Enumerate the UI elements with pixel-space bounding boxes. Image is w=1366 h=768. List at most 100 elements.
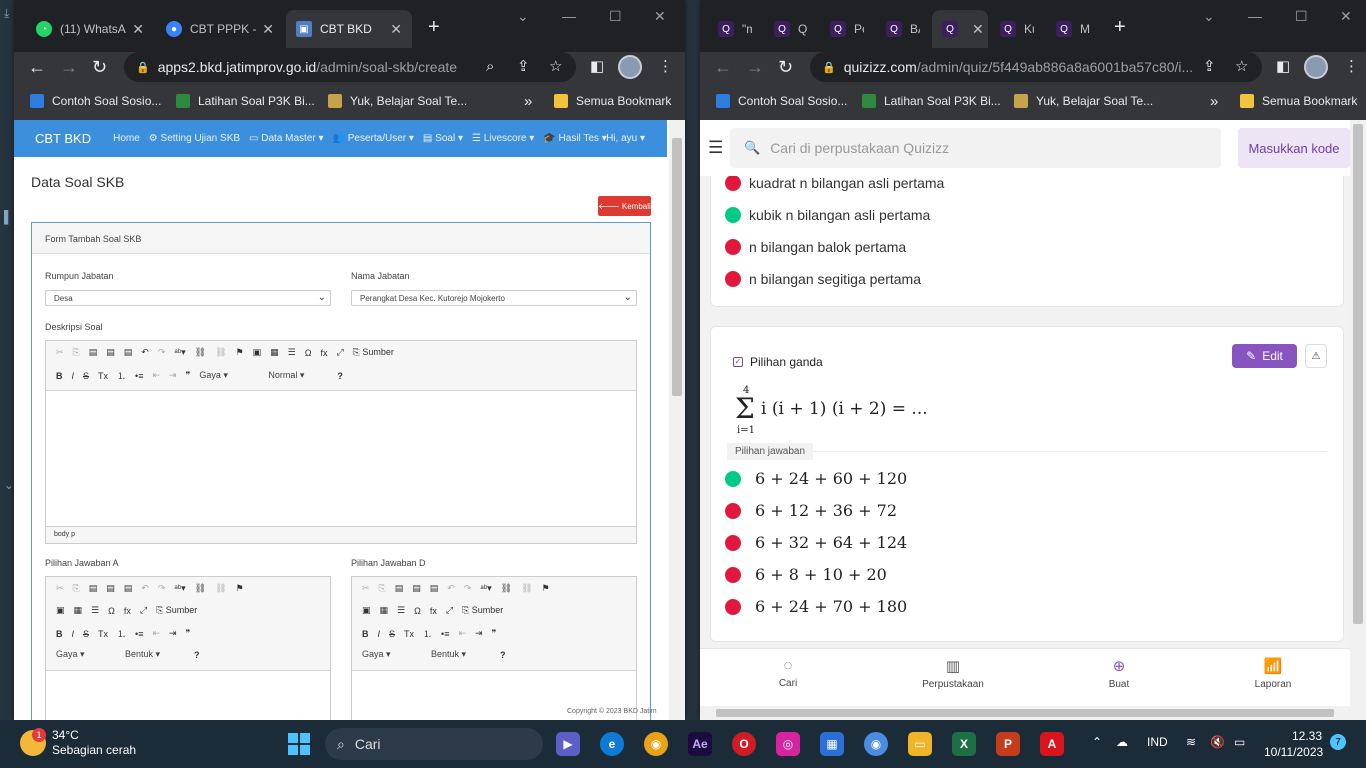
after-effects-icon[interactable]: Ae [688,732,712,756]
clear-format-icon[interactable]: Tx [98,629,108,639]
taskbar-search[interactable]: ⌕ Cari [325,728,543,760]
address-bar[interactable]: 🔒 quizizz.com/admin/quiz/5f449ab886a8a60… [810,52,1262,82]
minimize-icon[interactable]: — [562,8,576,24]
image-icon[interactable]: ▣ [253,347,262,358]
share-icon[interactable]: ⇪ [517,56,530,78]
tab-whatsapp[interactable]: ◔ (11) WhatsA ✕ [26,10,154,48]
undo-icon[interactable]: ↶ [447,583,455,594]
enter-code-button[interactable]: Masukkan kode [1238,128,1350,168]
hline-icon[interactable]: ☰ [91,605,99,616]
close-icon[interactable]: ✕ [132,21,144,38]
clear-format-icon[interactable]: Tx [404,629,414,639]
forward-icon[interactable]: → [60,56,78,78]
nav-buat[interactable]: ⊕ Buat [1074,657,1164,690]
maximize-icon[interactable]: ⤢ [336,347,343,358]
clear-format-icon[interactable]: Tx [98,371,108,381]
nav-perpustakaan[interactable]: ▥ Perpustakaan [908,657,998,690]
maximize-icon[interactable]: ☐ [609,8,622,25]
paste-word-icon[interactable]: ▤ [124,583,133,594]
explorer-icon[interactable]: ▭ [908,732,932,756]
bookmark-item[interactable]: Contoh Soal Sosio... [716,94,847,108]
table-icon[interactable]: ▦ [380,605,389,616]
numbered-list-icon[interactable]: ⒈ [117,369,126,382]
copy-icon[interactable]: ⎘ [379,583,386,594]
outdent-icon[interactable]: ⇤ [458,628,466,639]
weather-widget[interactable]: 1 34°C Sebagian cerah [20,728,136,758]
tab-quizizz-4[interactable]: Q BA [876,10,930,48]
paste-icon[interactable]: ▤ [395,583,404,594]
help-icon[interactable]: ? [194,650,200,660]
italic-icon[interactable]: I [72,629,75,639]
italic-icon[interactable]: I [378,629,381,639]
reload-icon[interactable]: ↻ [92,56,107,78]
pilihan-d-editor[interactable]: ✂ ⎘ ▤ ▤ ▤ ↶ ↷ ᵃᵇ▾ ⛓ ⛓ ⚑ ▣ ▦ ☰ Ωfx ⤢ ⎘ Sumber B I S Tx ⒈ •≡ ⇤ ⇥… [351,576,637,720]
battery-icon[interactable]: ▭ [1234,735,1245,749]
outdent-icon[interactable]: ⇤ [152,628,160,639]
shape-dropdown[interactable]: Bentuk ▾ [431,649,491,660]
italic-icon[interactable]: I [72,371,75,381]
paste-text-icon[interactable]: ▤ [106,583,115,594]
pilihan-a-editor[interactable]: ✂ ⎘ ▤ ▤ ▤ ↶ ↷ ᵃᵇ▾ ⛓ ⛓ ⚑ ▣ ▦ ☰ Ωfx ⤢ ⎘ Sumber B I S Tx ⒈ •≡ ⇤ ⇥… [45,576,331,720]
close-window-icon[interactable]: ✕ [654,8,666,25]
zoom-icon[interactable]: ⌕ [486,56,494,78]
nav-soal[interactable]: ▤ Soal ▾ [423,133,463,144]
address-bar[interactable]: 🔒 apps2.bkd.jatimprov.go.id/admin/soal-s… [124,52,576,82]
tray-chevron-icon[interactable]: ⌃ [1092,735,1102,749]
report-button[interactable]: ⚠ [1305,344,1327,368]
brand-link[interactable]: CBT BKD [35,131,91,146]
forward-icon[interactable]: → [746,56,764,78]
edit-button[interactable]: ✎ Edit [1232,344,1297,368]
bold-icon[interactable]: B [56,629,63,639]
scroll-thumb[interactable] [1353,124,1363,624]
spellcheck-icon[interactable]: ᵃᵇ▾ [480,583,491,594]
menu-icon[interactable]: ⋮ [658,56,673,78]
language-indicator[interactable]: IND [1147,735,1168,749]
bookmark-item[interactable]: Latihan Soal P3K Bi... [176,94,315,108]
close-icon[interactable]: ✕ [972,21,984,38]
star-icon[interactable]: ☆ [549,56,562,78]
new-tab-icon[interactable]: + [1114,16,1126,39]
nav-hasil-tes[interactable]: 🎓 Hasil Tes ▾ [543,133,606,144]
page-scrollbar[interactable] [669,120,685,720]
indent-icon[interactable]: ⇥ [475,628,483,639]
profile-avatar[interactable] [618,55,642,79]
anchor-icon[interactable]: ⚑ [236,347,244,358]
close-icon[interactable]: ✕ [390,21,402,38]
redo-icon[interactable]: ↷ [158,347,166,358]
bullet-list-icon[interactable]: •≡ [441,629,449,639]
network-icon[interactable]: ☁ [1116,735,1128,749]
hline-icon[interactable]: ☰ [288,347,296,358]
rumpun-select[interactable]: Desa ⌄ [45,290,331,306]
library-search-input[interactable]: 🔍 Cari di perpustakaan Quizizz [730,128,1221,168]
reload-icon[interactable]: ↻ [778,56,793,78]
style-dropdown[interactable]: Gaya ▾ [199,370,259,381]
hline-icon[interactable]: ☰ [397,605,405,616]
omega-icon[interactable]: Ω [108,606,115,616]
close-icon[interactable]: ✕ [262,21,274,38]
tab-quizizz-7[interactable]: Q MA [1046,10,1100,48]
tab-search-icon[interactable]: ⌄ [517,8,529,25]
paste-word-icon[interactable]: ▤ [124,347,133,358]
page-scrollbar[interactable] [1350,120,1366,720]
strike-icon[interactable]: S [389,629,395,639]
bold-icon[interactable]: B [56,371,63,381]
meet-icon[interactable]: ▶ [556,732,580,756]
all-bookmarks[interactable]: Semua Bookmark [1240,94,1357,108]
powerpoint-icon[interactable]: P [996,732,1020,756]
instagram-icon[interactable]: ◎ [776,732,800,756]
minimize-icon[interactable]: — [1248,8,1262,24]
scroll-thumb[interactable] [672,138,682,396]
shape-dropdown[interactable]: Bentuk ▾ [125,649,185,660]
profile-avatar[interactable] [1304,55,1328,79]
bookmarks-overflow[interactable]: » [1210,93,1218,110]
link-icon[interactable]: ⛓ [501,583,512,594]
tab-quizizz-1[interactable]: Q "m [708,10,762,48]
redo-icon[interactable]: ↷ [464,583,472,594]
source-button[interactable]: ⎘ Sumber [156,605,197,616]
deskripsi-editor[interactable]: ✂ ⎘ ▤ ▤ ▤ ↶ ↷ ᵃᵇ▾ ⛓ ⛓ ⚑ ▣ ▦ ☰ Ωfx ⤢ ⎘ Sumber B I S Tx ⒈… [45,340,637,544]
paste-word-icon[interactable]: ▤ [430,583,439,594]
spellcheck-icon[interactable]: ᵃᵇ▾ [174,583,185,594]
blockquote-icon[interactable]: ❞ [186,370,191,381]
omega-icon[interactable]: Ω [414,606,421,616]
tab-quizizz-2[interactable]: Q Qu [764,10,818,48]
